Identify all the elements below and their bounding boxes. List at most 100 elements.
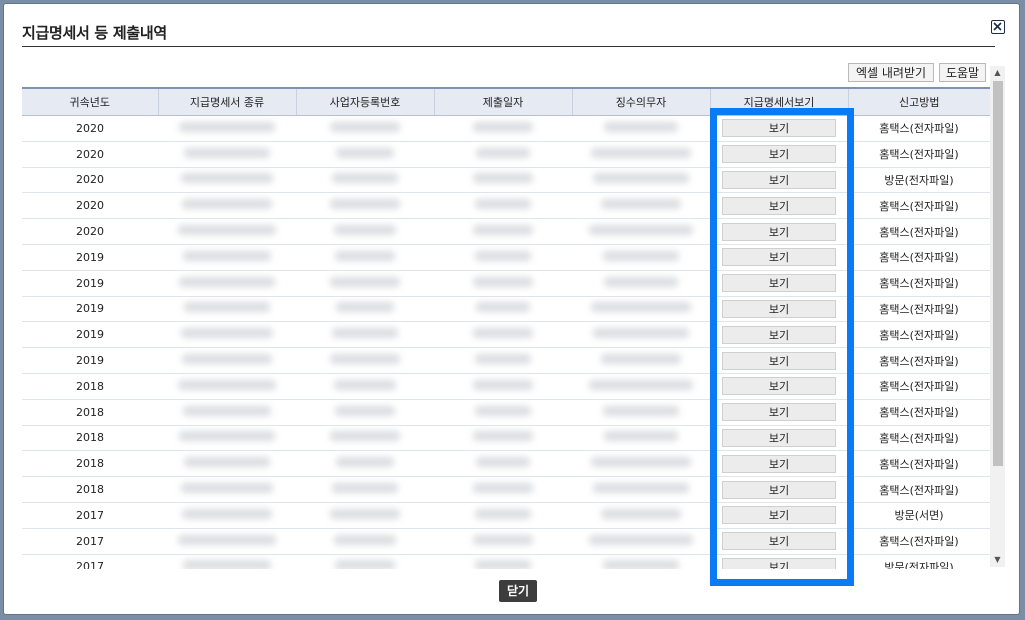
- table-row[interactable]: 2017 보기 방문(전자파일): [22, 554, 990, 569]
- redacted-cell: [158, 476, 296, 503]
- table-row[interactable]: 2018 보기 홈택스(전자파일): [22, 399, 990, 426]
- view-statement-button[interactable]: 보기: [722, 325, 836, 344]
- attribution-year-cell: 2017: [22, 528, 158, 555]
- help-button[interactable]: 도움말: [939, 63, 986, 82]
- redacted-cell: [296, 425, 434, 452]
- redacted-placeholder: [184, 302, 270, 313]
- scroll-up-icon[interactable]: ▲: [990, 66, 1005, 80]
- redacted-placeholder: [181, 328, 273, 339]
- view-statement-button[interactable]: 보기: [722, 454, 836, 473]
- table-row[interactable]: 2019 보기 홈택스(전자파일): [22, 321, 990, 349]
- view-cell: 보기: [710, 218, 848, 245]
- table-row[interactable]: 2019 보기 홈택스(전자파일): [22, 347, 990, 374]
- redacted-cell: [434, 528, 572, 555]
- table-row[interactable]: 2020 보기 홈택스(전자파일): [22, 115, 990, 142]
- redacted-placeholder: [182, 199, 272, 210]
- filing-method-cell: 홈택스(전자파일): [848, 347, 990, 374]
- redacted-cell: [434, 192, 572, 220]
- redacted-cell: [434, 115, 572, 142]
- view-statement-button[interactable]: 보기: [722, 299, 836, 318]
- redacted-cell: [434, 141, 572, 168]
- view-statement-button[interactable]: 보기: [722, 196, 836, 215]
- view-statement-button[interactable]: 보기: [722, 145, 836, 164]
- filing-method-cell: 홈택스(전자파일): [848, 141, 990, 168]
- view-cell: 보기: [710, 373, 848, 400]
- filing-method-cell: 홈택스(전자파일): [848, 244, 990, 271]
- redacted-placeholder: [591, 147, 691, 158]
- attribution-year-cell: 2018: [22, 476, 158, 503]
- redacted-cell: [434, 347, 572, 374]
- filing-method-cell: 홈택스(전자파일): [848, 450, 990, 478]
- view-statement-button[interactable]: 보기: [722, 248, 836, 267]
- view-statement-button[interactable]: 보기: [722, 557, 836, 569]
- redacted-cell: [434, 244, 572, 271]
- attribution-year-cell: 2018: [22, 450, 158, 478]
- table-row[interactable]: 2020 보기 홈택스(전자파일): [22, 218, 990, 245]
- redacted-cell: [158, 373, 296, 400]
- redacted-placeholder: [591, 457, 691, 468]
- filing-method-cell: 홈택스(전자파일): [848, 373, 990, 400]
- view-cell: 보기: [710, 399, 848, 426]
- redacted-cell: [296, 296, 434, 323]
- view-statement-button[interactable]: 보기: [722, 119, 836, 138]
- table-row[interactable]: 2017 보기 홈택스(전자파일): [22, 528, 990, 555]
- scrollbar-thumb[interactable]: [993, 81, 1003, 466]
- view-statement-button[interactable]: 보기: [722, 532, 836, 551]
- redacted-placeholder: [335, 560, 395, 569]
- view-statement-button[interactable]: 보기: [722, 506, 836, 525]
- redacted-placeholder: [473, 121, 533, 132]
- table-row[interactable]: 2018 보기 홈택스(전자파일): [22, 373, 990, 400]
- table-row[interactable]: 2019 보기 홈택스(전자파일): [22, 244, 990, 271]
- table-row[interactable]: 2020 보기 홈택스(전자파일): [22, 192, 990, 220]
- redacted-placeholder: [604, 121, 678, 132]
- redacted-cell: [572, 425, 710, 452]
- redacted-placeholder: [601, 508, 681, 519]
- view-statement-button[interactable]: 보기: [722, 222, 836, 241]
- view-statement-button[interactable]: 보기: [722, 274, 836, 293]
- excel-download-button[interactable]: 엑셀 내려받기: [848, 63, 934, 82]
- redacted-cell: [158, 347, 296, 374]
- scroll-down-icon[interactable]: ▼: [990, 553, 1005, 567]
- close-x-icon[interactable]: [991, 20, 1005, 34]
- redacted-cell: [434, 321, 572, 349]
- view-statement-button[interactable]: 보기: [722, 377, 836, 396]
- table-row[interactable]: 2017 보기 방문(서면): [22, 502, 990, 529]
- column-header: 귀속년도: [22, 87, 158, 116]
- redacted-placeholder: [182, 354, 272, 365]
- table-row[interactable]: 2018 보기 홈택스(전자파일): [22, 450, 990, 478]
- redacted-placeholder: [476, 147, 530, 158]
- view-statement-button[interactable]: 보기: [722, 351, 836, 370]
- table-row[interactable]: 2018 보기 홈택스(전자파일): [22, 425, 990, 452]
- table-row[interactable]: 2020 보기 방문(전자파일): [22, 167, 990, 194]
- redacted-placeholder: [589, 225, 693, 236]
- table-row[interactable]: 2019 보기 홈택스(전자파일): [22, 296, 990, 323]
- filing-method-cell: 홈택스(전자파일): [848, 399, 990, 426]
- close-button[interactable]: 닫기: [499, 580, 537, 602]
- view-statement-button[interactable]: 보기: [722, 170, 836, 189]
- view-cell: 보기: [710, 115, 848, 142]
- dialog-title: 지급명세서 등 제출내역: [22, 24, 167, 42]
- view-statement-button[interactable]: 보기: [722, 480, 836, 499]
- redacted-placeholder: [473, 225, 533, 236]
- redacted-placeholder: [332, 483, 398, 494]
- table-row[interactable]: 2018 보기 홈택스(전자파일): [22, 476, 990, 503]
- redacted-placeholder: [593, 483, 689, 494]
- redacted-placeholder: [589, 534, 693, 545]
- table-row[interactable]: 2020 보기 홈택스(전자파일): [22, 141, 990, 168]
- view-statement-button[interactable]: 보기: [722, 428, 836, 447]
- redacted-placeholder: [473, 534, 533, 545]
- redacted-cell: [296, 270, 434, 297]
- vertical-scrollbar[interactable]: ▲ ▼: [990, 66, 1005, 567]
- table-row[interactable]: 2019 보기 홈택스(전자파일): [22, 270, 990, 297]
- redacted-cell: [158, 115, 296, 142]
- redacted-cell: [158, 554, 296, 569]
- redacted-cell: [158, 321, 296, 349]
- redacted-placeholder: [183, 560, 271, 569]
- view-cell: 보기: [710, 450, 848, 478]
- redacted-cell: [296, 218, 434, 245]
- redacted-placeholder: [336, 302, 394, 313]
- redacted-cell: [296, 399, 434, 426]
- column-header: 사업자등록번호: [295, 87, 434, 116]
- view-statement-button[interactable]: 보기: [722, 403, 836, 422]
- redacted-placeholder: [184, 147, 270, 158]
